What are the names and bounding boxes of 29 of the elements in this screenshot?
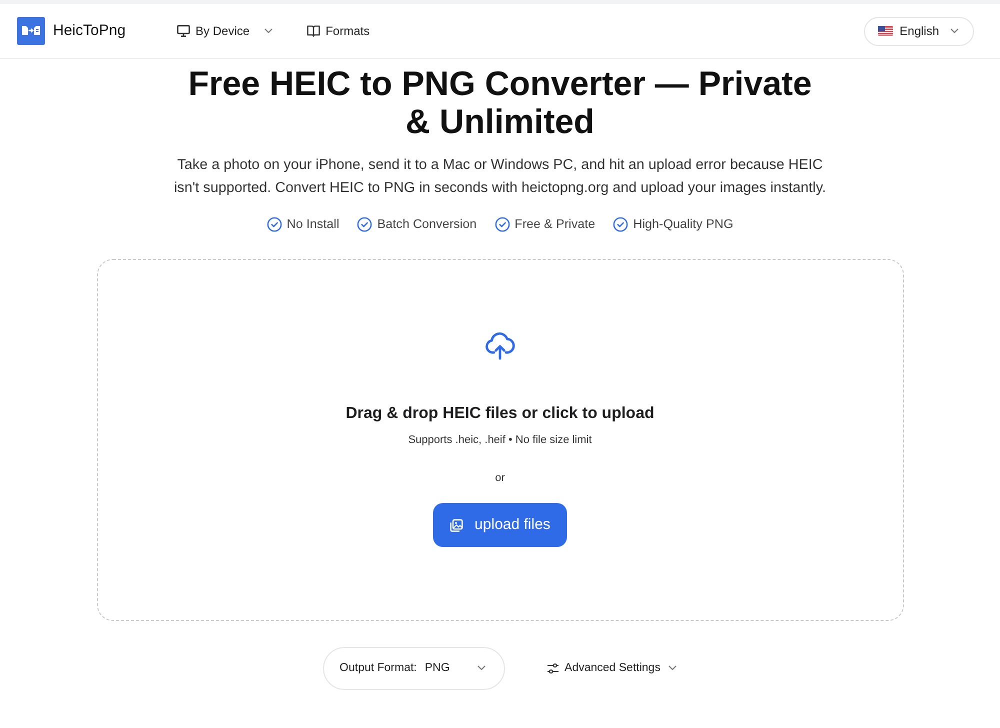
feature-label: Batch Conversion xyxy=(377,216,477,233)
book-icon xyxy=(306,25,320,37)
nav-link[interactable]: Formats xyxy=(306,22,370,40)
site-name[interactable]: HeicToPng xyxy=(53,20,126,42)
sliders-icon xyxy=(546,662,559,674)
upload-dropzone[interactable]: Drag & drop HEIC files or click to upload Supports .heic, .heif • No file size limit or upload files xyxy=(96,258,904,621)
monitor-icon xyxy=(176,25,190,37)
check-circle-icon xyxy=(494,216,510,232)
feature-label: Free & Private xyxy=(514,216,596,233)
dropzone-heading: Drag & drop HEIC files or click to upload xyxy=(346,404,654,424)
dropzone-hint: Supports .heic, .heif • No file size limit xyxy=(408,433,592,448)
nav-link[interactable]: By Device xyxy=(176,22,273,40)
output-format-select[interactable]: Output Format: PNG xyxy=(322,646,505,690)
check-circle-icon xyxy=(613,216,628,232)
separator-text: or xyxy=(495,470,505,486)
feature-label: No Install xyxy=(286,216,340,233)
page-title: Free HEIC to PNG Converter — Private & Unlimited xyxy=(187,65,813,141)
flag-icon xyxy=(878,26,893,36)
check-circle-icon xyxy=(357,216,372,232)
upload-button[interactable]: upload files xyxy=(432,503,568,548)
images-icon xyxy=(450,518,463,532)
logo-icon[interactable] xyxy=(17,17,45,45)
page-description: Take a photo on your iPhone, send it to a Mac or Windows PC, and hit an upload error because HEIC isn't supported. Convert HEIC to PNG in seconds with heictopng.org and upload your images instantly. xyxy=(172,156,827,198)
feature-label: High-Quality PNG xyxy=(633,216,734,233)
cloud-upload-icon xyxy=(485,332,515,360)
language-selector[interactable]: English xyxy=(864,16,974,46)
advanced-settings-toggle[interactable]: Advanced Settings xyxy=(546,660,678,678)
check-circle-icon xyxy=(266,216,282,232)
chevron-down-icon xyxy=(476,665,486,672)
